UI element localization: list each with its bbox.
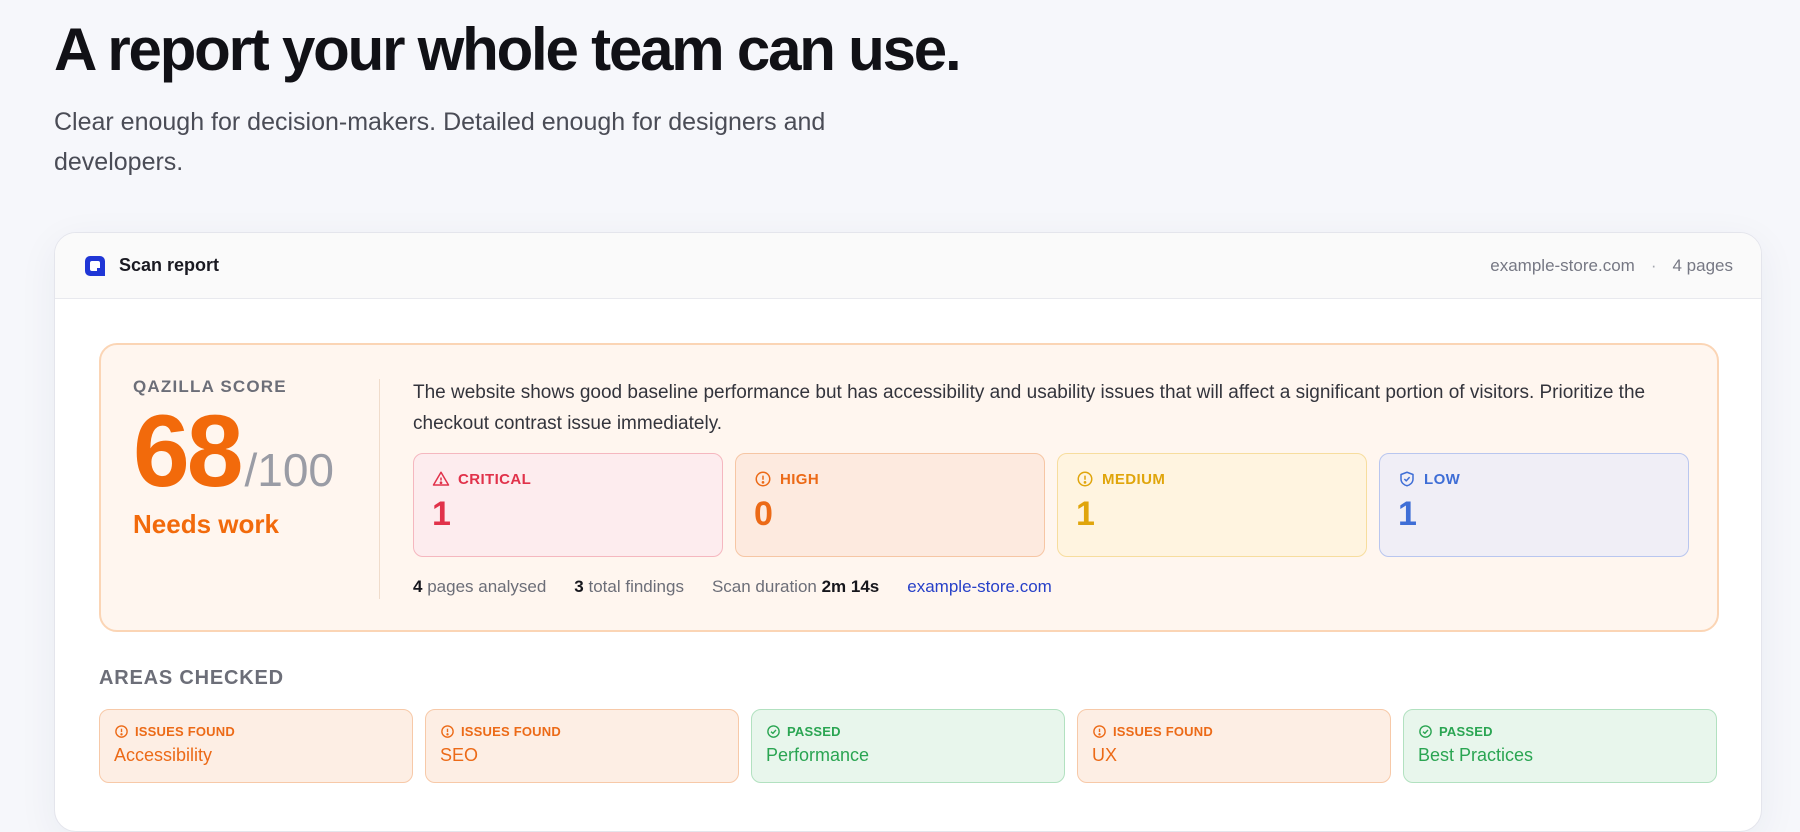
page-title: A report your whole team can use. bbox=[54, 16, 962, 83]
score-summary: The website shows good baseline performa… bbox=[413, 382, 1646, 434]
severity-count: 1 bbox=[432, 495, 451, 533]
severity-label: CRITICAL bbox=[458, 470, 532, 488]
area-status-label: PASSED bbox=[787, 724, 841, 739]
report-header: Scan report example-store.com · 4 pages bbox=[55, 233, 1761, 299]
score-number: 68 bbox=[133, 394, 243, 508]
severity-count: 0 bbox=[754, 495, 773, 533]
severity-card-medium[interactable]: MEDIUM 1 bbox=[1057, 453, 1367, 557]
area-name: Performance bbox=[766, 745, 870, 765]
score-status: Needs work bbox=[133, 509, 279, 539]
score-divider bbox=[379, 379, 380, 599]
severity-card-low[interactable]: LOW 1 bbox=[1379, 453, 1689, 557]
site-link[interactable]: example-store.com bbox=[907, 577, 1052, 597]
stat-duration-value: 2m 14s bbox=[821, 577, 880, 596]
check-circle-icon bbox=[766, 724, 781, 739]
score-max: /100 bbox=[244, 444, 334, 496]
area-card-seo[interactable]: ISSUES FOUND SEO bbox=[425, 709, 739, 783]
severity-count: 1 bbox=[1076, 495, 1095, 533]
stat-pages-label: pages analysed bbox=[427, 577, 547, 596]
area-status-label: ISSUES FOUND bbox=[1113, 724, 1213, 739]
stat-pages-count: 4 bbox=[413, 577, 423, 596]
report-pages: 4 pages bbox=[1672, 255, 1734, 275]
check-circle-icon bbox=[1418, 724, 1433, 739]
severity-label: HIGH bbox=[780, 470, 820, 488]
report-title: Scan report bbox=[119, 255, 220, 275]
info-circle-icon bbox=[1076, 470, 1094, 488]
area-name: Accessibility bbox=[114, 745, 213, 765]
stat-findings-count: 3 bbox=[574, 577, 584, 596]
area-status-label: ISSUES FOUND bbox=[461, 724, 561, 739]
hero-section: A report your whole team can use. Clear … bbox=[54, 14, 1054, 182]
warning-triangle-icon bbox=[432, 470, 450, 488]
stat-findings: 3 total findings bbox=[574, 577, 684, 597]
area-status-label: ISSUES FOUND bbox=[135, 724, 235, 739]
areas-checked-heading: AREAS CHECKED bbox=[99, 667, 284, 689]
header-separator: · bbox=[1650, 255, 1657, 275]
page-subtitle: Clear enough for decision-makers. Detail… bbox=[54, 108, 826, 176]
score-panel: QAZILLA SCORE 68 /100 Needs work The web… bbox=[99, 343, 1719, 632]
area-card-ux[interactable]: ISSUES FOUND UX bbox=[1077, 709, 1391, 783]
stat-duration-label: Scan duration bbox=[711, 577, 817, 596]
severity-card-critical[interactable]: CRITICAL 1 bbox=[413, 453, 723, 557]
alert-circle-icon bbox=[1092, 724, 1107, 739]
severity-label: MEDIUM bbox=[1102, 470, 1166, 488]
stat-pages: 4 pages analysed bbox=[413, 577, 546, 597]
area-name: Best Practices bbox=[1418, 745, 1534, 765]
shield-check-icon bbox=[1398, 470, 1416, 488]
severity-count: 1 bbox=[1398, 495, 1417, 533]
severity-card-high[interactable]: HIGH 0 bbox=[735, 453, 1045, 557]
scan-stats: 4 pages analysed 3 total findings Scan d… bbox=[413, 577, 1693, 597]
severity-row: CRITICAL 1 HIGH 0 MEDIUM 1 LOW 1 bbox=[413, 453, 1693, 557]
area-name: SEO bbox=[440, 745, 479, 765]
scan-report-card: Scan report example-store.com · 4 pages … bbox=[54, 232, 1762, 832]
area-name: UX bbox=[1092, 745, 1118, 765]
score-value: 68 /100 bbox=[133, 394, 373, 508]
severity-label: LOW bbox=[1424, 470, 1461, 488]
alert-circle-icon bbox=[754, 470, 772, 488]
areas-checked-list: ISSUES FOUND Accessibility ISSUES FOUND … bbox=[99, 709, 1719, 783]
area-card-accessibility[interactable]: ISSUES FOUND Accessibility bbox=[99, 709, 413, 783]
stat-findings-label: total findings bbox=[588, 577, 684, 596]
stat-duration: Scan duration 2m 14s bbox=[712, 577, 879, 597]
alert-circle-icon bbox=[114, 724, 129, 739]
alert-circle-icon bbox=[440, 724, 455, 739]
area-status-label: PASSED bbox=[1439, 724, 1493, 739]
area-card-best-practices[interactable]: PASSED Best Practices bbox=[1403, 709, 1717, 783]
area-card-performance[interactable]: PASSED Performance bbox=[751, 709, 1065, 783]
report-site: example-store.com bbox=[1490, 255, 1635, 275]
qazilla-logo-icon bbox=[83, 254, 107, 278]
